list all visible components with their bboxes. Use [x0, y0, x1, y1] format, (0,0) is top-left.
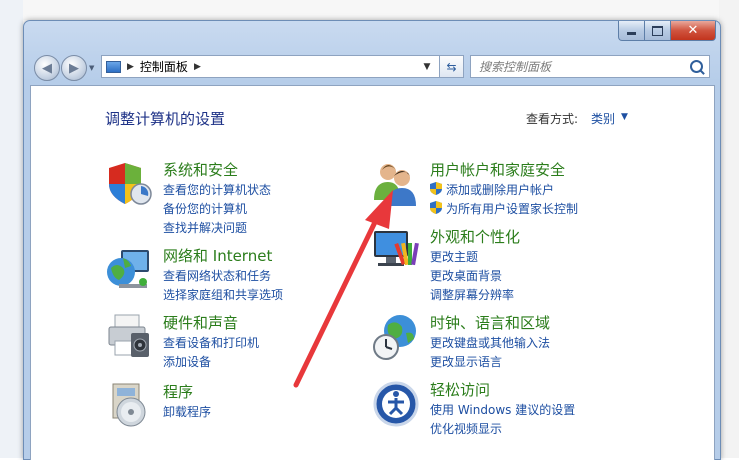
annotation-arrow	[293, 190, 393, 388]
